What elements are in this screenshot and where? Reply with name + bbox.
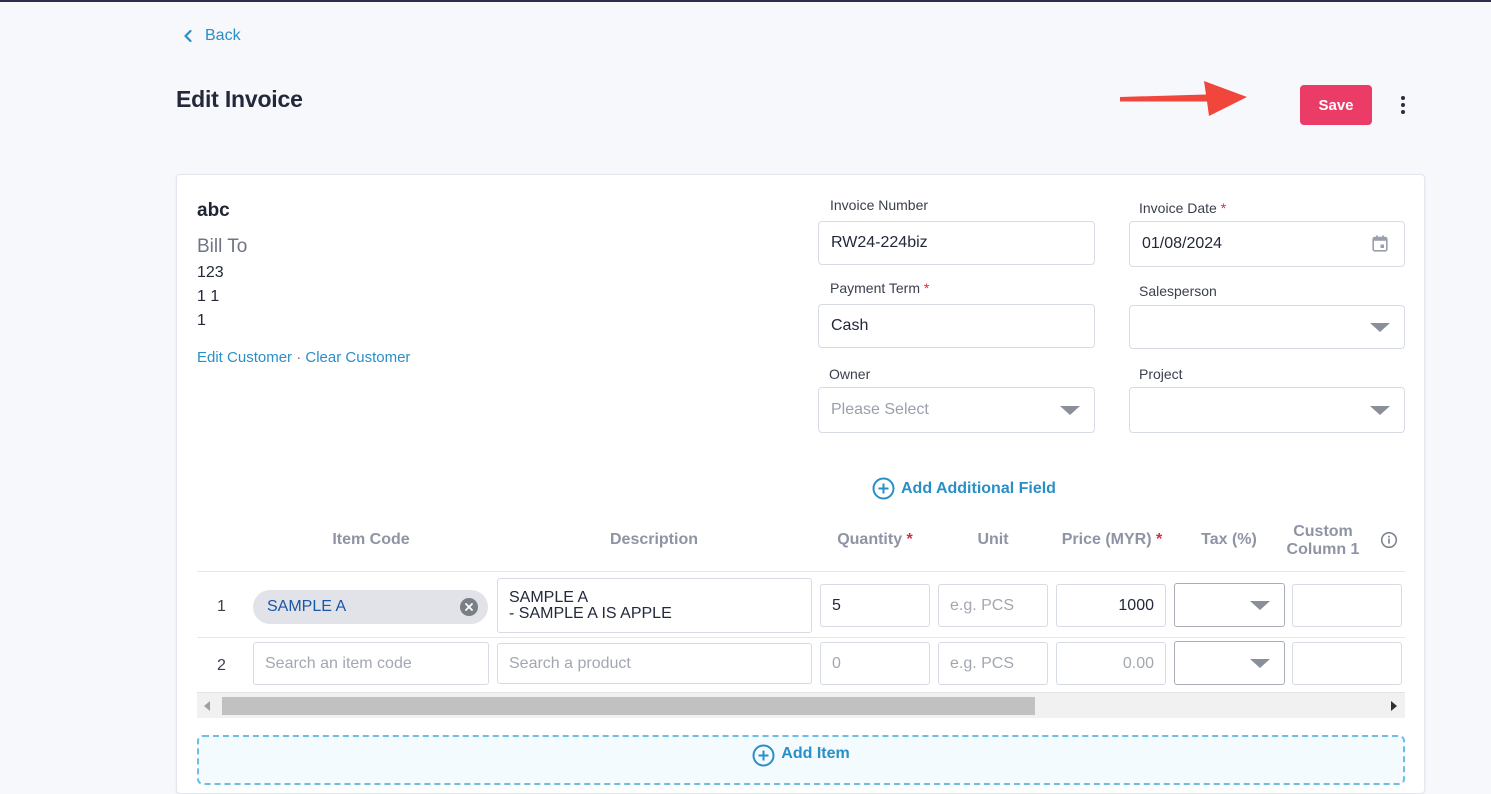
header-tax: Tax (%)	[1201, 531, 1257, 548]
item-code-chip[interactable]: SAMPLE A	[253, 590, 488, 624]
payment-term-label: Payment Term *	[830, 280, 930, 296]
unit-input[interactable]: e.g. PCS	[938, 584, 1048, 627]
row-number: 1	[217, 598, 226, 615]
quantity-input[interactable]: 5	[820, 584, 930, 627]
calendar-icon[interactable]	[1372, 235, 1388, 252]
project-label: Project	[1139, 366, 1183, 382]
clear-customer-link[interactable]: Clear Customer	[305, 349, 410, 366]
red-arrow-annotation	[1120, 81, 1247, 116]
back-link[interactable]: Back	[181, 27, 241, 45]
price-input[interactable]: 1000	[1056, 584, 1166, 627]
quantity-input[interactable]: 0	[820, 642, 930, 685]
customer-links: Edit Customer · Clear Customer	[197, 349, 410, 366]
scroll-right-arrow-icon[interactable]	[1391, 701, 1397, 711]
invoice-date-label: Invoice Date *	[1139, 200, 1227, 216]
invoice-date-input[interactable]: 01/08/2024	[1129, 221, 1405, 267]
price-input[interactable]: 0.00	[1056, 642, 1166, 685]
header-unit: Unit	[977, 531, 1009, 548]
owner-select[interactable]: Please Select	[818, 387, 1095, 433]
customer-name: abc	[197, 200, 230, 221]
back-label: Back	[205, 27, 241, 44]
invoice-number-input[interactable]: RW24-224biz	[818, 221, 1095, 265]
plus-circle-icon	[752, 744, 775, 767]
plus-circle-icon	[872, 477, 895, 500]
custom-column-1-input[interactable]	[1292, 584, 1402, 627]
more-options-icon[interactable]	[1392, 92, 1414, 118]
row-number: 2	[217, 657, 226, 674]
owner-label: Owner	[829, 366, 871, 382]
header-price: Price (MYR) *	[1061, 531, 1163, 548]
info-icon[interactable]	[1380, 531, 1398, 549]
table-row-divider	[197, 637, 1405, 638]
add-additional-field-button[interactable]: Add Additional Field	[872, 477, 1056, 500]
header-quantity: Quantity *	[837, 531, 913, 548]
tax-select[interactable]	[1174, 583, 1285, 627]
header-description: Description	[609, 531, 698, 548]
description-input[interactable]: SAMPLE A - SAMPLE A IS APPLE	[497, 578, 812, 633]
chevron-down-icon	[1370, 406, 1390, 415]
table-header-divider	[197, 571, 1405, 572]
custom-column-1-input[interactable]	[1292, 642, 1402, 685]
unit-input[interactable]: e.g. PCS	[938, 642, 1048, 685]
scroll-left-arrow-icon[interactable]	[204, 701, 210, 711]
product-search-input[interactable]: Search a product	[497, 643, 812, 684]
payment-term-input[interactable]: Cash	[818, 304, 1095, 348]
clear-item-icon[interactable]	[460, 598, 478, 616]
address-line-2: 1 1	[197, 288, 220, 305]
add-item-button[interactable]: Add Item	[197, 735, 1405, 785]
salesperson-label: Salesperson	[1139, 283, 1217, 299]
salesperson-select[interactable]	[1129, 305, 1405, 349]
scrollbar-thumb[interactable]	[222, 697, 1035, 715]
item-code-search-input[interactable]: Search an item code	[253, 642, 489, 685]
chevron-down-icon	[1370, 323, 1390, 332]
invoice-card: abc Bill To 123 1 1 1 Edit Customer · Cl…	[176, 174, 1425, 794]
header-custom-column-1: Custom Column 1	[1286, 523, 1360, 558]
address-line-3: 1	[197, 312, 206, 329]
top-border-line	[0, 0, 1491, 2]
chevron-down-icon	[1250, 601, 1270, 610]
table-horizontal-scrollbar[interactable]	[197, 692, 1405, 718]
page-title: Edit Invoice	[176, 86, 303, 112]
chevron-left-icon	[184, 29, 192, 43]
header-item-code: Item Code	[332, 531, 410, 548]
link-separator: ·	[296, 349, 302, 366]
edit-customer-link[interactable]: Edit Customer	[197, 349, 292, 366]
address-line-1: 123	[197, 264, 224, 281]
project-select[interactable]	[1129, 387, 1405, 433]
tax-select[interactable]	[1174, 641, 1285, 685]
chevron-down-icon	[1060, 406, 1080, 415]
invoice-number-label: Invoice Number	[830, 197, 929, 213]
save-button[interactable]: Save	[1300, 85, 1372, 125]
chevron-down-icon	[1250, 659, 1270, 668]
bill-to-label: Bill To	[197, 236, 248, 257]
